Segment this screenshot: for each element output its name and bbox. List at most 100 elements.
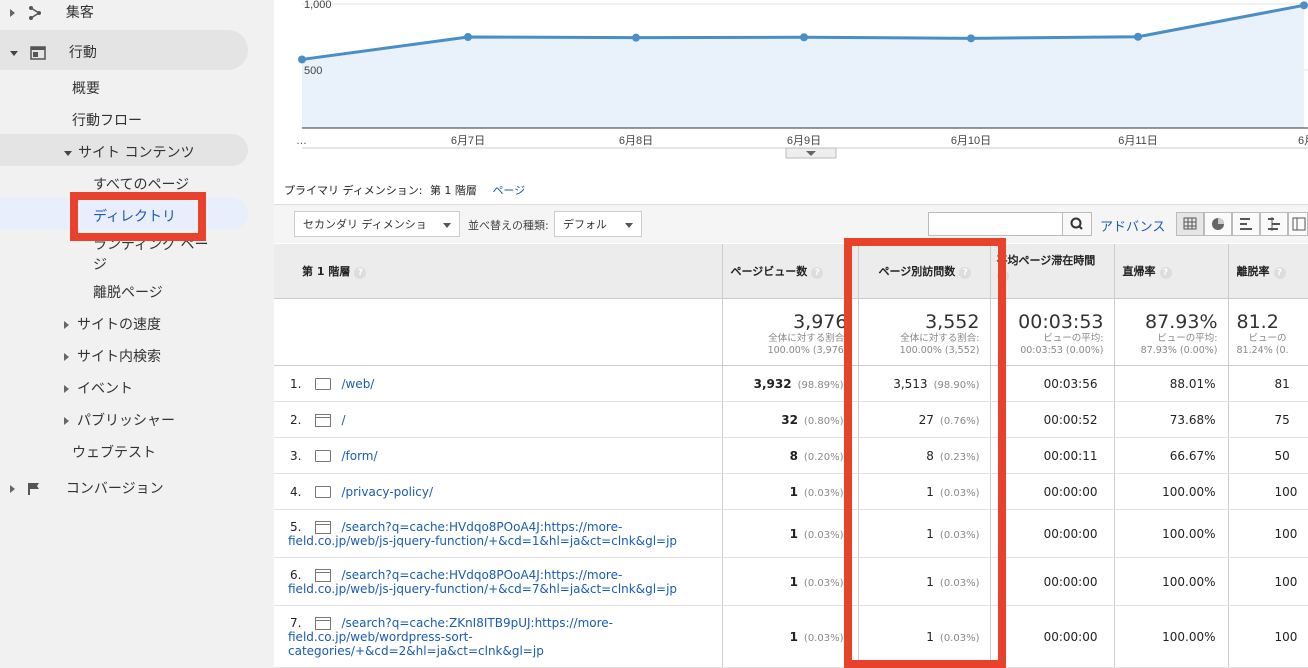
view-table-button[interactable]: [1176, 212, 1204, 236]
x-tick-label: 6月11日: [1118, 135, 1158, 147]
row-pageviews-pct: (0.20%): [803, 451, 844, 463]
row-path-line: categories/+&cd=2&hl=ja&ct=clnk&gl=jp: [288, 643, 544, 658]
comparison-icon: [1268, 217, 1280, 231]
row-path-link[interactable]: /search?q=cache:ZKnI8ITB9pUJ:https://mor…: [288, 616, 613, 658]
col-header-pageviews-label: ページビュー数: [730, 265, 808, 278]
data-point: [464, 33, 472, 41]
view-pivot-button[interactable]: [1288, 212, 1308, 236]
total-pageviews-sub1: 全体に対する割合:: [768, 333, 848, 344]
advanced-filter-link[interactable]: アドバンス: [1100, 216, 1165, 235]
sort-type-label: 並べ替えの種類:: [468, 219, 549, 232]
chevron-right-icon: [64, 353, 69, 361]
x-tick-label: 6月8日: [619, 135, 653, 147]
nav-site-speed[interactable]: サイトの速度: [64, 314, 161, 334]
row-path-link[interactable]: /search?q=cache:HVdqo8POoA4J:https://mor…: [288, 520, 677, 548]
search-icon: [1070, 217, 1083, 230]
row-index: 1.: [290, 376, 302, 391]
row-pageviews-pct: (0.03%): [803, 487, 844, 499]
dimension-option-page[interactable]: ページ: [492, 184, 525, 197]
col-header-avg-time[interactable]: 平均ページ滞在時間?: [990, 244, 1115, 299]
search-button[interactable]: [1062, 212, 1092, 236]
row-bounce-rate-cell: 100.00%: [1114, 473, 1229, 510]
data-point: [800, 33, 808, 42]
sort-type-dropdown[interactable]: デフォルト: [554, 211, 642, 257]
totals-avg-time-cell: 00:03:53 ビューの平均: 00:03:53 (0.00%): [990, 298, 1115, 366]
row-pageviews-pct: (0.03%): [803, 529, 844, 541]
table-search-input[interactable]: [928, 212, 1064, 236]
row-dimension-cell: 4. /privacy-policy/: [274, 473, 723, 510]
view-comparison-button[interactable]: [1260, 212, 1288, 236]
nav-all-pages[interactable]: すべてのページ: [93, 174, 189, 194]
nav-exit-pages[interactable]: 離脱ページ: [93, 282, 163, 302]
total-exit-rate-sub2: 81.24% (0.: [1236, 345, 1289, 356]
x-tick-label: …: [296, 135, 307, 147]
help-icon[interactable]: ?: [1273, 267, 1286, 279]
secondary-dimension-dropdown[interactable]: セカンダリ ディメンション: [294, 211, 460, 257]
nav-landing-pages-line2[interactable]: ジ: [93, 254, 107, 274]
row-path-link[interactable]: /form/: [341, 449, 377, 463]
nav-experiments[interactable]: ウェブテスト: [72, 442, 156, 462]
row-path-link[interactable]: /privacy-policy/: [341, 485, 433, 499]
total-avg-time: 00:03:53: [1018, 311, 1104, 333]
totals-bounce-rate-cell: 87.93% ビューの平均: 87.93% (0.00%): [1114, 298, 1229, 366]
nav-site-content[interactable]: サイト コンテンツ: [64, 142, 194, 162]
nav-acquisition-label: 集客: [65, 5, 94, 21]
row-dimension-cell: 7. /search?q=cache:ZKnI8ITB9pUJ:https://m…: [274, 605, 723, 668]
row-bounce-rate-cell: 100.00%: [1114, 509, 1229, 558]
row-path-link[interactable]: /web/: [341, 377, 374, 391]
total-exit-rate-sub1: ビューの: [1248, 333, 1287, 344]
row-path-link[interactable]: /: [341, 413, 345, 427]
row-dimension-cell: 1. /web/: [274, 365, 723, 402]
nav-events[interactable]: イベント: [64, 378, 133, 398]
data-point: [967, 34, 975, 43]
totals-row: 3,976 全体に対する割合: 100.00% (3,976) 3,552 全体に対す…: [274, 298, 1308, 366]
chevron-right-icon: [10, 9, 15, 17]
nav-overview[interactable]: 概要: [72, 78, 100, 98]
col-header-bounce-rate[interactable]: 直帰率?: [1114, 244, 1229, 299]
view-pie-button[interactable]: [1204, 212, 1232, 236]
row-exit-rate-cell: 100: [1228, 509, 1308, 558]
nav-conversions[interactable]: コンバージョン: [10, 478, 164, 498]
row-exit-rate-cell: 100: [1228, 557, 1308, 606]
col-header-pageviews[interactable]: ページビュー数?: [722, 244, 859, 299]
nav-behavior[interactable]: 行動: [10, 42, 97, 62]
row-path-line: field.co.jp/web/js-jquery-function/+&cd=…: [288, 581, 678, 596]
view-performance-button[interactable]: [1232, 212, 1260, 236]
nav-conversions-label: コンバージョン: [65, 481, 164, 497]
dimension-option-active[interactable]: 第 1 階層: [430, 184, 477, 197]
x-tick-label: 6月1: [1298, 135, 1308, 147]
nav-publisher[interactable]: パブリッシャー: [64, 410, 175, 430]
row-index: 6.: [290, 567, 302, 582]
row-dimension-cell: 3. /form/: [274, 437, 723, 474]
nav-site-speed-label: サイトの速度: [77, 317, 161, 333]
chevron-right-icon: [64, 321, 69, 329]
data-point: [1134, 32, 1142, 41]
nav-site-search[interactable]: サイト内検索: [64, 346, 161, 366]
highlight-box-unique-pageviews: [844, 238, 1006, 668]
flag-icon: [28, 483, 40, 495]
highlight-box-directory: [70, 192, 206, 241]
help-icon[interactable]: ?: [354, 267, 367, 279]
row-path-link[interactable]: /search?q=cache:HVdqo8POoA4J:https://mor…: [288, 568, 677, 596]
row-index: 7.: [290, 615, 302, 630]
row-pageviews: 32: [781, 412, 798, 427]
totals-exit-rate-cell: 81.2 ビューの 81.24% (0.: [1228, 298, 1308, 366]
row-pageviews-cell: 32 (0.80%): [722, 401, 859, 438]
folder-icon: [315, 450, 332, 462]
help-icon[interactable]: ?: [1159, 267, 1172, 279]
data-point: [298, 55, 306, 64]
help-icon[interactable]: ?: [811, 267, 824, 279]
nav-behavior-flow[interactable]: 行動フロー: [72, 110, 142, 130]
col-header-dimension-label: 第 1 階層: [302, 265, 351, 278]
col-header-exit-rate[interactable]: 離脱率?: [1228, 244, 1308, 299]
col-header-dimension[interactable]: 第 1 階層?: [274, 244, 723, 299]
page-icon: [315, 616, 332, 630]
row-exit-rate-cell: 75: [1228, 401, 1308, 438]
primary-dimension-bar: プライマリ ディメンション: 第 1 階層 ページ: [284, 182, 525, 198]
data-table: 第 1 階層? ページビュー数? ページ別訪問数? 平均ページ滞在時間? 直帰率…: [274, 244, 1308, 668]
nav-acquisition[interactable]: 集客: [10, 2, 94, 22]
chevron-right-icon: [10, 485, 15, 493]
page-icon: [315, 568, 332, 582]
folder-icon: [315, 486, 332, 498]
row-avg-time-cell: 00:03:56: [990, 365, 1115, 402]
